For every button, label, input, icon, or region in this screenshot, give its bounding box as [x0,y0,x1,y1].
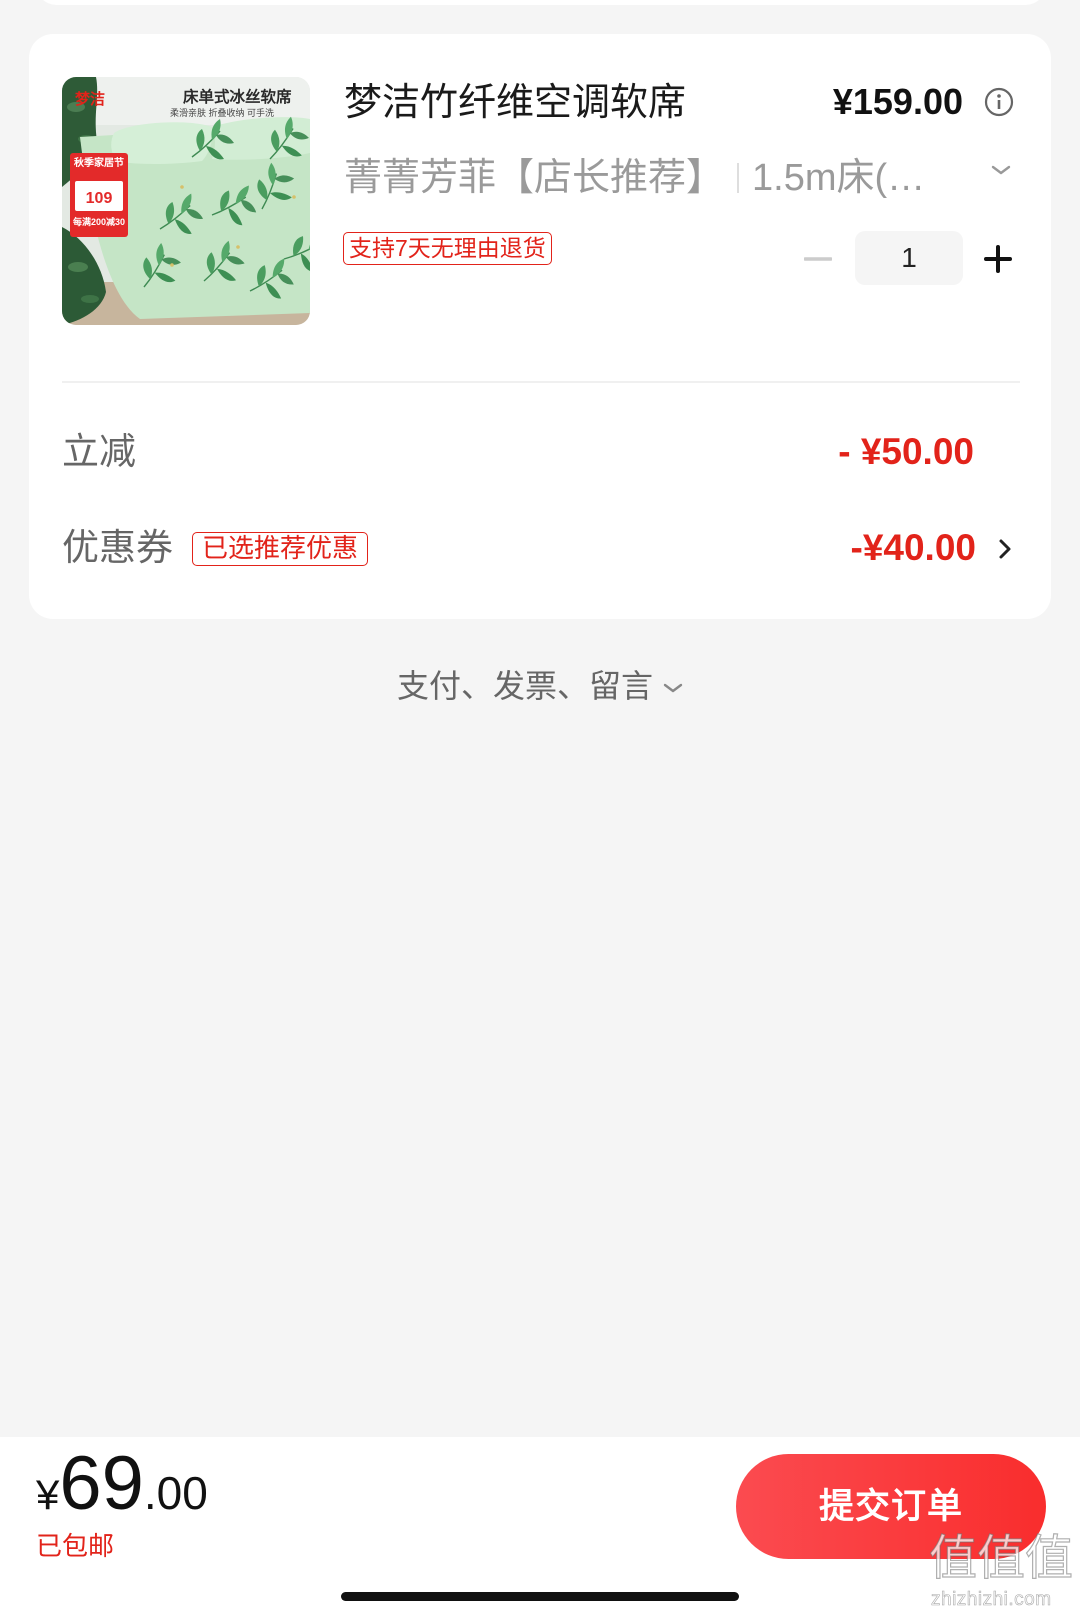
divider [62,381,1020,383]
more-options-label: 支付、发票、留言 [396,668,653,704]
spec-name: 菁菁芳菲【店长推荐】 [344,157,725,199]
product-price: ¥159.00 [832,81,963,122]
sheet-dot [292,195,296,199]
spec-separator [737,163,740,193]
minus-icon[interactable] [804,245,832,273]
chevron-down-icon[interactable] [991,164,1011,176]
return-policy-tag: 支持7天无理由退货 [343,232,552,265]
image-subline: 柔滑亲肤 折叠收纳 可手洗 [170,107,274,118]
coupon-label[interactable]: 优惠券 [62,526,173,570]
image-headline: 床单式冰丝软席 [183,87,292,106]
checkout-bar: ¥69.00 已包邮 提交订单 [0,1437,1080,1619]
plus-icon[interactable] [984,245,1012,273]
order-total: ¥69.00 [36,1446,208,1533]
coupon-value[interactable]: -¥40.00 [851,526,977,570]
watermark-site: zhizhizhi.com [931,1589,1052,1611]
more-options-toggle[interactable]: 支付、发票、留言 [0,664,1080,708]
shipping-note: 已包邮 [36,1531,115,1561]
promo-badge-offer: 每满200减30 [73,216,125,227]
plant-leaf [81,295,99,303]
instant-discount-label: 立减 [62,431,136,472]
sheet-dot [180,185,184,189]
sheet-dot [170,263,174,267]
image-brand-logo: 梦洁 [75,90,105,108]
watermark-logo: 值值值 [928,1532,1074,1585]
instant-discount-value: - ¥50.00 [838,431,974,472]
sheet-dot [236,245,240,249]
order-item-card: 梦洁 床单式冰丝软席 柔滑亲肤 折叠收纳 可手洗 秋季家居节 109 每满200… [29,34,1051,619]
product-image[interactable]: 梦洁 床单式冰丝软席 柔滑亲肤 折叠收纳 可手洗 秋季家居节 109 每满200… [62,77,310,325]
total-integer: 69 [59,1441,144,1526]
quantity-stepper [855,231,963,285]
promo-badge-title: 秋季家居节 [74,156,124,169]
home-indicator [341,1592,739,1601]
product-photo: 梦洁 床单式冰丝软席 柔滑亲肤 折叠收纳 可手洗 秋季家居节 109 每满200… [62,77,310,325]
coupon-status-tag: 已选推荐优惠 [192,532,369,566]
previous-card [35,0,1047,5]
chevron-down-icon [663,683,683,693]
info-icon[interactable] [984,87,1014,117]
total-decimal: .00 [143,1467,208,1519]
promo-badge-price: 109 [86,190,113,207]
quantity-input[interactable] [855,231,963,285]
plant-leaf [68,262,88,272]
product-title[interactable]: 梦洁竹纤维空调软席 [344,81,686,125]
total-currency: ¥ [36,1471,60,1518]
spec-size: 1.5m床(… [752,157,926,199]
product-spec[interactable]: 菁菁芳菲【店长推荐】 1.5m床(… [344,156,964,200]
chevron-right-icon[interactable] [998,537,1012,561]
